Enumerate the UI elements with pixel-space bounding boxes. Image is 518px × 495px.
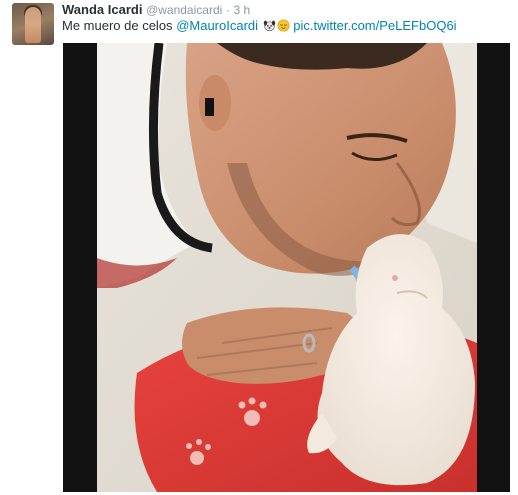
tweet-photo[interactable]: [97, 43, 477, 492]
avatar-figure: [25, 7, 41, 43]
tweet-text: Me muero de celos @MauroIcardi pic.twitt…: [62, 17, 457, 35]
meta-separator: ·: [225, 3, 230, 17]
dog-face-icon: [263, 20, 275, 32]
tweet-header: Wanda Icardi @wandaicardi · 3 h: [62, 2, 250, 18]
avatar[interactable]: [12, 3, 54, 45]
author-handle[interactable]: @wandaicardi: [146, 3, 222, 17]
earring: [205, 98, 214, 116]
tweet: Wanda Icardi @wandaicardi · 3 h Me muero…: [0, 0, 518, 495]
tweet-body-text: Me muero de celos: [62, 18, 173, 33]
tweet-timestamp[interactable]: 3 h: [234, 3, 251, 17]
author-name[interactable]: Wanda Icardi: [62, 2, 142, 17]
relieved-face-icon: [277, 19, 290, 32]
puppy-eye: [392, 275, 398, 281]
mention-link[interactable]: @MauroIcardi: [176, 18, 258, 33]
media-container[interactable]: [63, 43, 510, 492]
media-link[interactable]: pic.twitter.com/PeLEFbOQ6i: [293, 18, 456, 33]
ear: [199, 75, 231, 131]
